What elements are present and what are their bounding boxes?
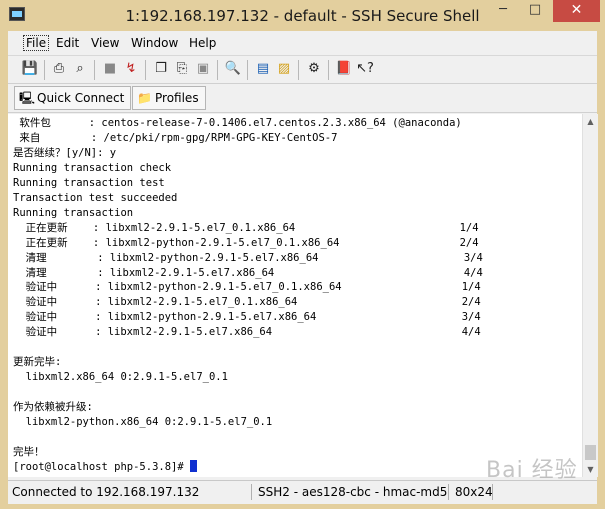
settings-icon[interactable]: ⚙ bbox=[305, 60, 323, 78]
terminal-line: 验证中 : libxml2-2.9.1-5.el7_0.1.x86_64 2/4 bbox=[13, 296, 481, 309]
folder-icon: 📁 bbox=[137, 91, 152, 105]
status-terminal-size: 80x24 bbox=[455, 484, 493, 500]
terminal-line: 软件包 : centos-release-7-0.1406.el7.centos… bbox=[13, 117, 462, 129]
quick-bar: 🖳 Quick Connect 📁 Profiles bbox=[8, 84, 597, 113]
menu-window[interactable]: Window bbox=[131, 36, 178, 50]
terminal-line: Running transaction bbox=[13, 206, 134, 219]
status-cipher: SSH2 - aes128-cbc - hmac-md5 bbox=[258, 484, 449, 500]
save-icon[interactable]: 💾 bbox=[21, 60, 39, 78]
toolbar-separator bbox=[44, 60, 45, 80]
terminal-line: 清理 : libxml2-2.9.1-5.el7.x86_64 4/4 bbox=[13, 266, 483, 279]
terminal-line: 是否继续？[y/N]: y bbox=[13, 146, 117, 159]
terminal-prompt-line: [root@localhost php-5.3.8]# bbox=[13, 459, 483, 475]
copy-icon[interactable]: ❐ bbox=[152, 60, 170, 78]
profiles-button[interactable]: 📁 Profiles bbox=[132, 86, 206, 110]
toolbar-separator bbox=[145, 60, 146, 80]
toolbar-separator bbox=[298, 60, 299, 80]
maximize-button[interactable]: □ bbox=[520, 0, 550, 22]
context-help-icon[interactable]: ↖? bbox=[356, 60, 374, 78]
menu-help[interactable]: Help bbox=[189, 36, 216, 50]
terminal-line: Running transaction check bbox=[13, 161, 172, 174]
menu-bar: File Edit View Window Help bbox=[8, 31, 597, 56]
ssh-client-window: 1:192.168.197.132 - default - SSH Secure… bbox=[0, 0, 605, 509]
disconnect-icon[interactable]: ■ bbox=[101, 60, 119, 78]
close-button[interactable]: ✕ bbox=[553, 0, 600, 22]
terminal-line: 验证中 : libxml2-python-2.9.1-5.el7.x86_64 … bbox=[13, 311, 481, 324]
terminal-line: 来自 : /etc/pki/rpm-gpg/RPM-GPG-KEY-CentOS… bbox=[13, 131, 338, 144]
terminal-scrollbar[interactable]: ▲ ▼ bbox=[582, 114, 598, 477]
terminal-line: 正在更新 : libxml2-python-2.9.1-5.el7_0.1.x8… bbox=[13, 236, 479, 249]
terminal-line: 正在更新 : libxml2-2.9.1-5.el7_0.1.x86_64 1/… bbox=[13, 221, 479, 234]
toolbar-separator bbox=[247, 60, 248, 80]
watermark-logo: Bai 经验 bbox=[486, 458, 578, 483]
terminal-line: 清理 : libxml2-python-2.9.1-5.el7.x86_64 3… bbox=[13, 251, 483, 264]
terminal-lines: 软件包 : centos-release-7-0.1406.el7.centos… bbox=[13, 116, 483, 475]
computer-icon: 🖳 bbox=[19, 91, 36, 105]
quick-connect-label: Quick Connect bbox=[37, 91, 125, 105]
scroll-down-arrow-icon[interactable]: ▼ bbox=[583, 462, 598, 477]
new-file-transfer-icon[interactable]: ▨ bbox=[275, 60, 293, 78]
menu-edit[interactable]: Edit bbox=[56, 36, 79, 50]
terminal-line: 验证中 : libxml2-python-2.9.1-5.el7_0.1.x86… bbox=[13, 281, 481, 294]
print-icon[interactable]: ⎙ bbox=[50, 60, 68, 78]
quick-connect-button[interactable]: 🖳 Quick Connect bbox=[14, 86, 132, 110]
help-book-icon[interactable]: 📕 bbox=[335, 60, 353, 78]
terminal-line: 作为依赖被升级: bbox=[13, 401, 93, 414]
terminal-line: 验证中 : libxml2-2.9.1-5.el7.x86_64 4/4 bbox=[13, 326, 481, 339]
new-terminal-icon[interactable]: ▤ bbox=[254, 60, 272, 78]
title-bar[interactable]: 1:192.168.197.132 - default - SSH Secure… bbox=[0, 0, 605, 31]
toolbar: 💾 ⎙ ⌕ ■ ↯ ❐ ⎘ ▣ 🔍 ▤ ▨ ⚙ 📕 ↖? bbox=[8, 57, 597, 84]
shell-prompt: [root@localhost php-5.3.8]# bbox=[13, 460, 191, 473]
toolbar-separator bbox=[217, 60, 218, 80]
profiles-label: Profiles bbox=[155, 91, 199, 105]
menu-view[interactable]: View bbox=[91, 36, 119, 50]
status-connection: Connected to 192.168.197.132 bbox=[10, 484, 252, 500]
terminal-line: libxml2.x86_64 0:2.9.1-5.el7_0.1 bbox=[13, 371, 228, 384]
terminal-cursor bbox=[190, 459, 198, 472]
client-area: File Edit View Window Help 💾 ⎙ ⌕ ■ ↯ ❐ ⎘… bbox=[8, 31, 598, 504]
find-icon[interactable]: 🔍 bbox=[224, 60, 242, 78]
print-preview-icon[interactable]: ⌕ bbox=[71, 60, 89, 78]
minimize-button[interactable]: ─ bbox=[488, 0, 518, 22]
menu-file[interactable]: File bbox=[22, 35, 50, 51]
terminal-line: Transaction test succeeded bbox=[13, 191, 178, 204]
new-connection-icon[interactable]: ↯ bbox=[122, 60, 140, 78]
toolbar-separator bbox=[94, 60, 95, 80]
toolbar-separator bbox=[328, 60, 329, 80]
terminal-line: 完毕！ bbox=[13, 445, 45, 458]
scroll-up-arrow-icon[interactable]: ▲ bbox=[583, 114, 598, 129]
terminal-output[interactable]: 软件包 : centos-release-7-0.1406.el7.centos… bbox=[8, 114, 582, 477]
terminal-line: libxml2-python.x86_64 0:2.9.1-5.el7_0.1 bbox=[13, 416, 273, 429]
terminal-line: Running transaction test bbox=[13, 176, 165, 189]
scroll-thumb[interactable] bbox=[585, 445, 596, 460]
clear-icon[interactable]: ▣ bbox=[194, 60, 212, 78]
terminal-line: 更新完毕: bbox=[13, 356, 62, 369]
paste-icon[interactable]: ⎘ bbox=[173, 60, 191, 78]
